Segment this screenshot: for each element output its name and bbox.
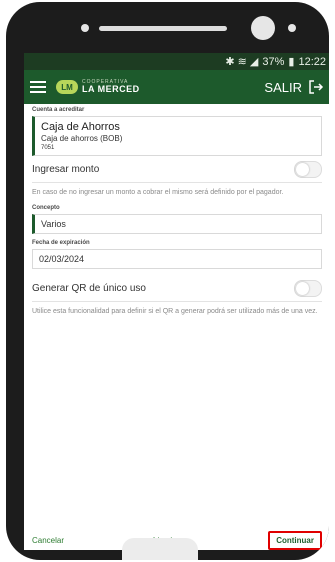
battery-icon: ▮ [288,56,295,68]
status-bar: ✱ ≋ ◢ 37% ▮ 12:22 [24,53,329,70]
hamburger-icon[interactable] [30,81,46,93]
expiration-label: Fecha de expiración [32,240,90,247]
account-section-label: Cuenta a acreditar [32,107,85,113]
concept-field[interactable]: Varios [32,214,322,235]
logo-mark: LM [56,80,78,94]
app-screen: ✱ ≋ ◢ 37% ▮ 12:22 LM COOPERATIVA LA MERC… [24,53,329,550]
continue-button[interactable]: Continuar [268,530,322,550]
account-type: Caja de ahorros (BOB) [41,134,123,143]
amount-row: Ingresar monto [32,156,322,183]
account-card[interactable]: Caja de Ahorros Caja de ahorros (BOB) 70… [32,116,322,156]
single-use-label: Generar QR de único uso [32,282,146,294]
amount-toggle[interactable] [294,160,322,178]
form-content: Cuenta a acreditar Caja de Ahorros Caja … [24,104,329,316]
amount-label: Ingresar monto [32,163,100,175]
proximity-sensor [288,24,296,32]
concept-label: Concepto [32,205,60,212]
account-number: 7051 [41,145,55,151]
brand-logo: LM COOPERATIVA LA MERCED [56,80,140,94]
logout-label: SALIR [264,79,302,95]
logout-button[interactable]: SALIR [264,79,324,95]
front-camera [251,16,275,40]
phone-frame: ✱ ≋ ◢ 37% ▮ 12:22 LM COOPERATIVA LA MERC… [6,2,329,560]
single-use-toggle[interactable] [294,279,322,297]
single-use-row: Generar QR de único uso [32,275,322,303]
home-button[interactable] [122,538,198,560]
logout-icon [309,80,324,94]
account-name: Caja de Ahorros [41,121,120,133]
app-bar: LM COOPERATIVA LA MERCED SALIR [24,70,329,104]
expiration-date-field[interactable]: 02/03/2024 [32,249,322,270]
front-sensor [81,24,89,32]
battery-level: 37% [262,55,285,68]
amount-hint: En caso de no ingresar un monto a cobrar… [32,189,284,196]
cancel-button[interactable]: Cancelar [32,536,64,545]
status-icons: ✱ ≋ ◢ [225,56,259,68]
speaker-grille [99,26,227,31]
logo-name: LA MERCED [82,84,140,94]
clock: 12:22 [298,55,326,68]
single-use-hint: Utilice esta funcionalidad para definir … [32,308,318,316]
